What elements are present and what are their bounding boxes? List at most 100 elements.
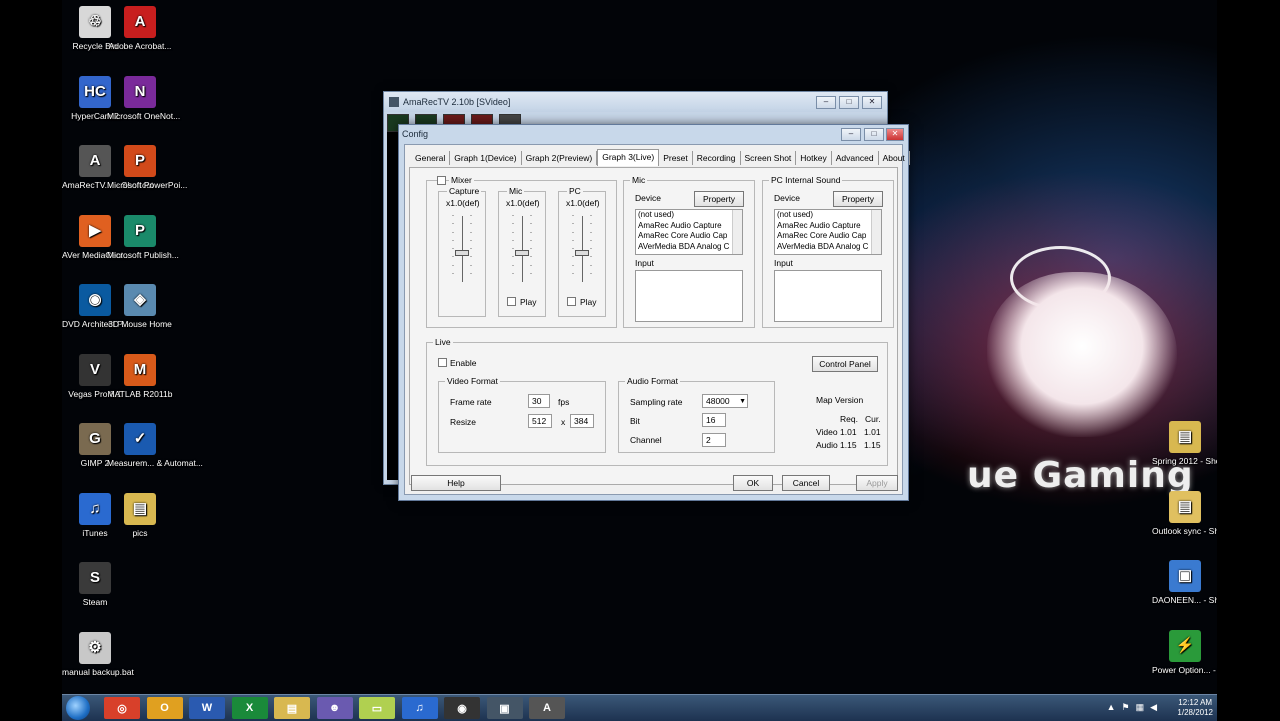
help-button[interactable]: Help [411,475,501,491]
amarec-task-icon[interactable]: A [529,697,565,719]
network-icon[interactable]: ▦ [1136,702,1145,713]
resize-height-input[interactable]: 384 [570,414,594,428]
maximize-button[interactable]: □ [839,96,859,109]
flag-icon[interactable]: ⚑ [1121,702,1129,713]
resize-width-input[interactable]: 512 [528,414,552,428]
mic-property-button[interactable]: Property [694,191,744,207]
pc-device-list[interactable]: (not used) AmaRec Audio Capture AmaRec Cor… [774,209,882,255]
apply-button[interactable]: Apply [856,475,898,491]
volume-slider-track[interactable] [522,216,523,282]
matlab-icon: M [124,353,156,386]
sticky-notes-icon[interactable]: ▭ [359,697,395,719]
ok-button[interactable]: OK [733,475,773,491]
volume-slider-thumb[interactable] [575,250,589,256]
excel-icon[interactable]: X [231,697,268,719]
messenger-icon[interactable]: ☻ [316,697,353,719]
mic-device-list[interactable]: (not used) AmaRec Audio Capture AmaRec Cor… [635,209,743,255]
show-hidden-icons-icon[interactable]: ▲ [1107,702,1116,713]
device-option[interactable]: (not used) [775,210,881,221]
tab-graph-3-live[interactable]: Graph 3(Live) [597,149,660,166]
device-option[interactable]: AVerMedia BDA Analog C [636,242,742,253]
frame-rate-label: Frame rate [450,397,492,407]
scrollbar[interactable] [732,210,742,254]
tab-screen-shot[interactable]: Screen Shot [741,151,797,165]
device-option[interactable]: (not used) [636,210,742,221]
tab-general[interactable]: General [411,151,451,165]
device-option[interactable]: AmaRec Audio Capture [636,221,742,232]
config-titlebar[interactable]: Config – □ ✕ [399,125,908,143]
webcam-icon[interactable]: ◉ [444,697,480,719]
frame-rate-input[interactable]: 30 [528,394,550,408]
live-enable-checkbox[interactable] [438,358,447,367]
config-dialog[interactable]: Config – □ ✕ General Graph 1(Device) Graph… [398,124,910,501]
play-checkbox[interactable] [567,297,576,306]
device-option[interactable]: AmaRec Core Audio Cap [636,231,742,242]
bit-input[interactable]: 16 [702,413,726,427]
tab-about[interactable]: About [879,151,910,165]
tab-graph-1-device[interactable]: Graph 1(Device) [450,151,522,165]
cancel-button[interactable]: Cancel [782,475,830,491]
tab-hotkey[interactable]: Hotkey [796,151,832,165]
mic-input-list[interactable] [635,270,743,322]
desktop-shortcut[interactable]: N Microsoft OneNot... [107,75,180,121]
channel-input[interactable]: 2 [702,433,726,447]
chrome-icon[interactable]: ◎ [104,697,140,719]
tab-preset[interactable]: Preset [659,151,693,165]
tab-graph-2-preview[interactable]: Graph 2(Preview) [522,151,598,165]
fps-label: fps [558,397,570,407]
desktop-shortcut[interactable]: ⚡ Power Option... - Shortcut [1152,629,1217,675]
desktop-shortcut[interactable]: A Adobe Acrobat... [107,6,173,51]
pc-sound-group-title: PC Internal Sound [769,175,843,185]
volume-slider-track[interactable] [582,216,583,282]
itunes-task-icon[interactable]: ♫ [401,697,438,719]
desktop-shortcut[interactable]: ✓ Measurem... & Automat... [107,423,203,468]
outlook-icon[interactable]: O [146,697,183,719]
desktop-shortcut[interactable]: ▣ DAONEEN... - Shortcut [1152,560,1217,605]
scrollbar[interactable] [871,210,881,254]
device-option[interactable]: AVerMedia BDA Analog C [775,242,881,253]
config-minimize-button[interactable]: – [841,128,861,141]
word-icon[interactable]: W [189,697,225,719]
desktop-shortcut[interactable]: P Microsoft PowerPoi... [107,145,187,190]
device-option[interactable]: AmaRec Core Audio Cap [775,231,881,242]
close-button[interactable]: ✕ [862,96,882,109]
desktop-shortcut[interactable]: S Steam [62,562,128,607]
desktop-shortcut[interactable]: ▤ Spring 2012 - Shortcut [1152,421,1217,466]
mixer-channel-pc: PC x1.0(def) - - - - - - - - - - - - - - - … [558,186,606,317]
chevron-down-icon[interactable]: ▼ [739,395,746,408]
tab-advanced[interactable]: Advanced [832,151,879,165]
mixer-channel-title: Capture [447,186,482,196]
hypercam-task-icon[interactable]: ▣ [486,697,523,719]
device-option[interactable]: AmaRec Audio Capture [775,221,881,232]
start-button[interactable] [66,696,90,720]
map-row-name: Video [816,427,838,437]
volume-slider-thumb[interactable] [515,250,529,256]
audio-format-title: Audio Format [625,376,681,386]
desktop-shortcut[interactable]: ▤ Outlook sync - Shortcut [1152,490,1217,536]
pc-input-list[interactable] [774,270,882,322]
power-options-icon: ⚡ [1169,629,1201,662]
desktop-shortcut[interactable]: ◈ 3D Mouse Home [107,284,173,329]
desktop-shortcut[interactable]: ▤ pics [107,492,173,538]
bit-label: Bit [630,416,640,426]
config-maximize-button[interactable]: □ [864,128,884,141]
play-checkbox[interactable] [507,297,516,306]
map-version-title: Map Version [816,395,864,405]
desktop-shortcut[interactable]: ⚙ manual backup.bat [62,631,134,677]
volume-slider-track[interactable] [462,216,463,282]
clock[interactable]: 12:12 AM 1/28/2012 [1177,698,1213,718]
desktop-shortcut[interactable]: M MATLAB R2011b [107,353,173,399]
minimize-button[interactable]: – [816,96,836,109]
tab-recording[interactable]: Recording [693,151,741,165]
desktop-shortcut[interactable]: P Microsoft Publish... [107,214,179,260]
sampling-rate-select[interactable]: 48000 ▼ [702,394,748,408]
mixer-channel-capture: Capture x1.0(def) - - - - - - - - - - - - -… [438,186,486,317]
mixer-checkbox[interactable] [437,176,446,185]
file-explorer-icon[interactable]: ▤ [274,697,310,719]
amarectv-titlebar[interactable]: AmaRecTV 2.10b [SVideo] – □ ✕ [384,92,887,112]
volume-icon[interactable]: ◀ [1150,702,1157,713]
control-panel-button[interactable]: Control Panel [812,356,878,372]
config-close-button[interactable]: ✕ [886,128,904,141]
volume-slider-thumb[interactable] [455,250,469,256]
pc-property-button[interactable]: Property [833,191,883,207]
